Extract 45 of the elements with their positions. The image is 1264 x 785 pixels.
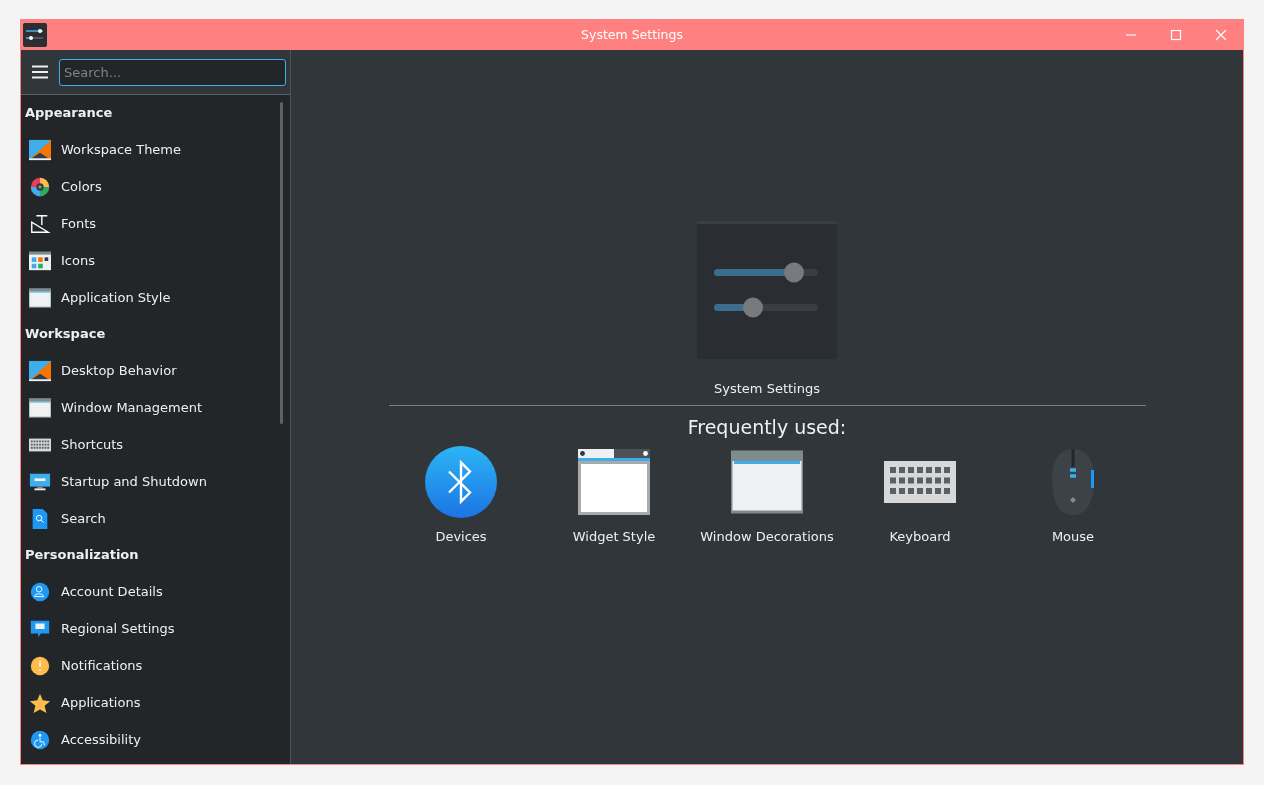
window-icon[interactable] (578, 446, 650, 518)
sidebar-item[interactable]: Workspace Theme (21, 131, 290, 168)
sidebar-item[interactable]: Account Details (21, 573, 290, 610)
person-icon (29, 580, 51, 603)
maximize-icon (1169, 28, 1182, 41)
module-label[interactable]: Widget Style (572, 529, 656, 544)
module-label[interactable]: Window Decorations (700, 529, 834, 544)
sidebar-item[interactable]: Applications (21, 684, 290, 721)
window-icon (29, 286, 51, 309)
window-title: System Settings (581, 27, 683, 42)
sidebar-item[interactable]: Regional Settings (21, 610, 290, 647)
exclamation-icon (29, 654, 51, 677)
category-heading: Appearance (24, 104, 114, 122)
module-label[interactable]: Keyboard (889, 529, 951, 544)
scrollbar[interactable] (280, 102, 283, 424)
landscape-icon (29, 359, 51, 382)
category-heading: Personalization (24, 546, 140, 564)
module-label[interactable]: Devices (435, 529, 487, 544)
sidebar-item[interactable]: Notifications (21, 647, 290, 684)
sidebar-item[interactable]: Startup and Shutdown (21, 463, 290, 500)
module-label[interactable]: Mouse (1051, 529, 1095, 544)
sliders-icon (697, 221, 837, 359)
close-icon (1214, 28, 1227, 41)
sidebar-item[interactable]: Colors (21, 168, 290, 205)
search-field[interactable]: Search... (59, 58, 286, 86)
color-wheel-icon (29, 175, 51, 198)
accessibility-icon (29, 728, 51, 751)
sliders-icon (23, 22, 47, 47)
sidebar-item[interactable]: Accessibility (21, 721, 290, 758)
sidebar-item[interactable]: Icons (21, 242, 290, 279)
window-icon (29, 396, 51, 419)
category-heading: Workspace (24, 325, 107, 343)
sidebar-item[interactable]: Fonts (21, 205, 290, 242)
bluetooth-icon[interactable] (425, 446, 497, 518)
section-heading: Frequently used: (687, 416, 847, 438)
icon-grid-icon (29, 249, 51, 272)
sidebar-item[interactable]: Application Style (21, 279, 290, 316)
sidebar-item[interactable]: Window Management (21, 389, 290, 426)
app-label: System Settings (714, 381, 820, 396)
sidebar-item[interactable]: Desktop Behavior (21, 352, 290, 389)
sidebar-item[interactable]: Shortcuts (21, 426, 290, 463)
sidebar-item[interactable]: Search (21, 500, 290, 537)
menu-button[interactable] (31, 63, 49, 81)
landscape-icon (29, 138, 51, 161)
font-size-icon (29, 212, 51, 235)
